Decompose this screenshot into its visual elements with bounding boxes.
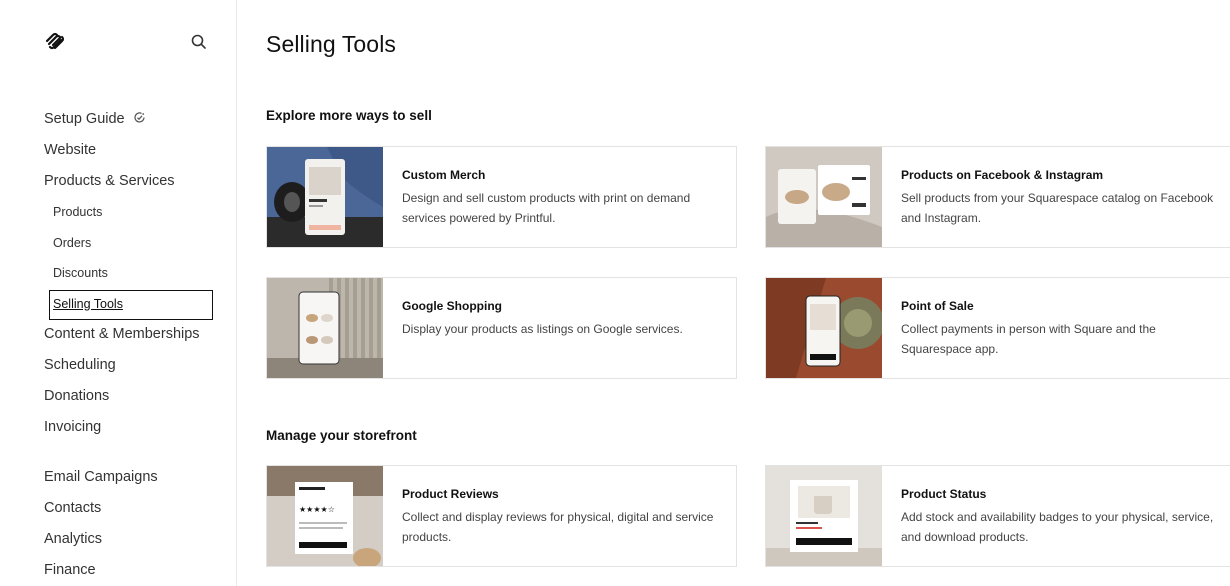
product-reviews-thumbnail: ★★★★☆ [267, 466, 383, 566]
sidebar-item-invoicing[interactable]: Invoicing [44, 416, 200, 447]
point-of-sale-thumbnail [766, 278, 882, 378]
card-description: Sell products from your Squarespace cata… [901, 191, 1214, 225]
sidebar-item-email-campaigns[interactable]: Email Campaigns [44, 466, 200, 497]
card-facebook-instagram[interactable]: Products on Facebook & Instagram Sell pr… [765, 146, 1230, 248]
section-title-explore: Explore more ways to sell [266, 108, 432, 123]
card-product-status[interactable]: Product Status Add stock and availabilit… [765, 465, 1230, 567]
card-title: Products on Facebook & Instagram [901, 168, 1104, 182]
facebook-instagram-thumbnail [766, 147, 882, 247]
card-title: Point of Sale [901, 299, 974, 313]
sidebar-item-label: Setup Guide [44, 111, 125, 127]
svg-text:★★★★☆: ★★★★☆ [299, 505, 335, 514]
sidebar-subitem-products[interactable]: Products [44, 201, 200, 232]
card-title: Google Shopping [402, 299, 502, 313]
card-title: Product Status [901, 487, 987, 501]
sidebar-subitem-selling-tools[interactable]: Selling Tools [44, 289, 213, 324]
card-description: Collect and display reviews for physical… [402, 510, 714, 544]
custom-merch-thumbnail [267, 147, 383, 247]
card-custom-merch[interactable]: Custom Merch Design and sell custom prod… [266, 146, 737, 248]
card-description: Add stock and availability badges to you… [901, 510, 1214, 544]
card-description: Design and sell custom products with pri… [402, 191, 691, 225]
card-description: Display your products as listings on Goo… [402, 322, 683, 336]
sidebar-item-label: Selling Tools [53, 296, 123, 311]
sidebar-subitem-orders[interactable]: Orders [44, 232, 200, 263]
sidebar-item-finance[interactable]: Finance [44, 559, 200, 586]
search-icon[interactable] [190, 33, 208, 51]
section-title-manage-storefront: Manage your storefront [266, 428, 417, 443]
sidebar-item-analytics[interactable]: Analytics [44, 528, 200, 559]
card-product-reviews[interactable]: ★★★★☆ Product Reviews Collect and displa… [266, 465, 737, 567]
card-google-shopping[interactable]: Google Shopping Display your products as… [266, 277, 737, 379]
page-title: Selling Tools [266, 31, 397, 57]
sidebar-item-donations[interactable]: Donations [44, 385, 200, 416]
sidebar-item-products-services[interactable]: Products & Services [44, 170, 200, 201]
card-description: Collect payments in person with Square a… [901, 322, 1156, 356]
sidebar-item-content-memberships[interactable]: Content & Memberships [44, 323, 200, 354]
google-shopping-thumbnail [267, 278, 383, 378]
setup-guide-progress-icon [134, 112, 145, 123]
sidebar: Setup Guide Website Products & Services … [0, 0, 237, 586]
sidebar-subitem-discounts[interactable]: Discounts [44, 262, 200, 293]
sidebar-item-contacts[interactable]: Contacts [44, 497, 200, 528]
card-title: Product Reviews [402, 487, 499, 501]
sidebar-nav: Setup Guide Website Products & Services … [44, 108, 213, 586]
squarespace-logo-icon[interactable] [44, 32, 66, 50]
sidebar-item-setup-guide[interactable]: Setup Guide [44, 108, 200, 139]
product-status-thumbnail [766, 466, 882, 566]
sidebar-item-scheduling[interactable]: Scheduling [44, 354, 200, 385]
card-title: Custom Merch [402, 168, 486, 182]
card-point-of-sale[interactable]: Point of Sale Collect payments in person… [765, 277, 1230, 379]
sidebar-item-website[interactable]: Website [44, 139, 200, 170]
